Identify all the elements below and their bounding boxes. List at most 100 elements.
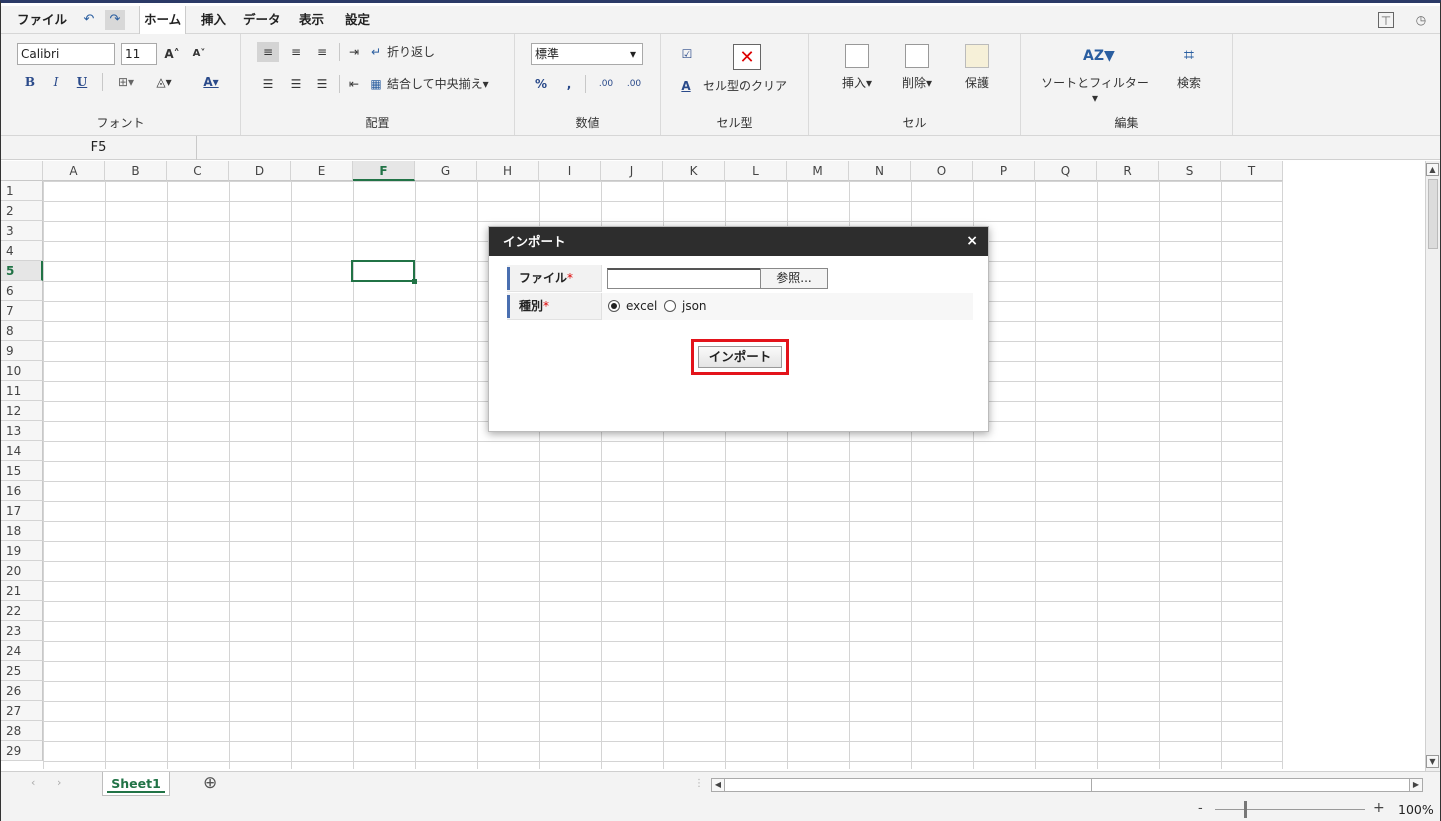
column-header-r[interactable]: R <box>1097 161 1159 181</box>
row-header-12[interactable]: 12 <box>1 401 43 421</box>
row-header-20[interactable]: 20 <box>1 561 43 581</box>
radio-json[interactable] <box>664 300 676 312</box>
column-header-q[interactable]: Q <box>1035 161 1097 181</box>
align-center-icon[interactable]: ☰ <box>285 74 307 94</box>
search-button[interactable]: ⌗ 検索 <box>1167 44 1211 91</box>
horizontal-scrollbar[interactable]: ◀ ▶ <box>711 778 1423 792</box>
row-header-17[interactable]: 17 <box>1 501 43 521</box>
scroll-right-icon[interactable]: ▶ <box>1409 779 1422 791</box>
column-header-h[interactable]: H <box>477 161 539 181</box>
align-middle-icon[interactable]: ≡ <box>285 42 307 62</box>
row-header-18[interactable]: 18 <box>1 521 43 541</box>
row-header-24[interactable]: 24 <box>1 641 43 661</box>
scroll-left-icon[interactable]: ◀ <box>712 779 725 791</box>
add-sheet-icon[interactable]: ⊕ <box>203 773 217 793</box>
bold-button[interactable]: B <box>23 72 37 92</box>
row-header-3[interactable]: 3 <box>1 221 43 241</box>
row-header-2[interactable]: 2 <box>1 201 43 221</box>
menu-data[interactable]: データ <box>239 6 285 34</box>
horizontal-scroll-thumb[interactable] <box>728 779 1092 791</box>
menu-view[interactable]: 表示 <box>295 6 328 34</box>
font-shrink-icon[interactable]: A˅ <box>191 44 207 64</box>
delete-cells-button[interactable]: 削除▾ <box>895 44 939 91</box>
merge-icon[interactable]: ▦ <box>367 74 385 94</box>
number-format-select[interactable]: 標準 ▾ <box>531 43 643 65</box>
import-button[interactable]: インポート <box>698 346 782 368</box>
select-all-corner[interactable] <box>1 161 43 181</box>
ribbon-pin-icon[interactable]: ⊤ <box>1378 12 1394 28</box>
percent-button[interactable]: % <box>533 74 549 94</box>
italic-button[interactable]: I <box>49 72 63 92</box>
history-icon[interactable]: ◷ <box>1413 12 1429 28</box>
comma-button[interactable]: , <box>561 74 577 94</box>
row-header-29[interactable]: 29 <box>1 741 43 761</box>
column-header-b[interactable]: B <box>105 161 167 181</box>
align-left-icon[interactable]: ☰ <box>257 74 279 94</box>
row-header-1[interactable]: 1 <box>1 181 43 201</box>
row-header-7[interactable]: 7 <box>1 301 43 321</box>
increase-decimal-icon[interactable]: .00 <box>595 74 617 94</box>
row-header-25[interactable]: 25 <box>1 661 43 681</box>
splitter-icon[interactable]: ⋮ <box>694 778 704 789</box>
close-icon[interactable]: × <box>966 227 978 256</box>
row-header-5[interactable]: 5 <box>1 261 43 281</box>
column-header-k[interactable]: K <box>663 161 725 181</box>
column-header-s[interactable]: S <box>1159 161 1221 181</box>
column-header-m[interactable]: M <box>787 161 849 181</box>
radio-json-label[interactable]: json <box>682 293 707 320</box>
column-header-f[interactable]: F <box>353 161 415 181</box>
column-header-p[interactable]: P <box>973 161 1035 181</box>
column-header-i[interactable]: I <box>539 161 601 181</box>
menu-insert[interactable]: 挿入 <box>197 6 230 34</box>
scroll-down-icon[interactable]: ▼ <box>1426 755 1439 768</box>
zoom-out-button[interactable]: - <box>1198 801 1203 816</box>
menu-settings[interactable]: 設定 <box>341 6 374 34</box>
radio-excel-label[interactable]: excel <box>626 293 657 320</box>
column-header-t[interactable]: T <box>1221 161 1283 181</box>
zoom-slider-track[interactable] <box>1215 809 1365 810</box>
zoom-in-button[interactable]: + <box>1373 800 1385 816</box>
row-header-23[interactable]: 23 <box>1 621 43 641</box>
insert-cells-button[interactable]: 挿入▾ <box>835 44 879 91</box>
row-header-16[interactable]: 16 <box>1 481 43 501</box>
selected-cell[interactable] <box>351 260 417 284</box>
row-header-14[interactable]: 14 <box>1 441 43 461</box>
radio-excel[interactable] <box>608 300 620 312</box>
menu-file[interactable]: ファイル <box>13 6 71 34</box>
row-header-15[interactable]: 15 <box>1 461 43 481</box>
vertical-scroll-thumb[interactable] <box>1428 179 1438 249</box>
underline-button[interactable]: U <box>75 72 89 92</box>
sheet-tab[interactable]: Sheet1 <box>102 772 170 796</box>
wrap-text-icon[interactable]: ↵ <box>367 42 385 62</box>
row-header-19[interactable]: 19 <box>1 541 43 561</box>
column-header-e[interactable]: E <box>291 161 353 181</box>
column-header-d[interactable]: D <box>229 161 291 181</box>
redo-icon[interactable]: ↷ <box>105 10 125 30</box>
wrap-text-button[interactable]: 折り返し <box>387 42 447 62</box>
row-header-13[interactable]: 13 <box>1 421 43 441</box>
indent-icon[interactable]: ⇥ <box>345 42 363 62</box>
row-header-10[interactable]: 10 <box>1 361 43 381</box>
clear-style-icon[interactable]: ✕ <box>733 44 761 70</box>
scroll-up-icon[interactable]: ▲ <box>1426 163 1439 176</box>
column-header-j[interactable]: J <box>601 161 663 181</box>
file-input[interactable] <box>607 268 761 289</box>
row-header-8[interactable]: 8 <box>1 321 43 341</box>
row-header-9[interactable]: 9 <box>1 341 43 361</box>
zoom-slider-thumb[interactable] <box>1244 801 1247 818</box>
merge-center-button[interactable]: 結合して中央揃え▾ <box>387 74 505 94</box>
font-grow-icon[interactable]: A˄ <box>164 44 180 64</box>
column-header-l[interactable]: L <box>725 161 787 181</box>
row-header-26[interactable]: 26 <box>1 681 43 701</box>
column-header-g[interactable]: G <box>415 161 477 181</box>
row-header-27[interactable]: 27 <box>1 701 43 721</box>
row-header-11[interactable]: 11 <box>1 381 43 401</box>
row-header-6[interactable]: 6 <box>1 281 43 301</box>
row-header-22[interactable]: 22 <box>1 601 43 621</box>
align-right-icon[interactable]: ☰ <box>311 74 333 94</box>
checkbox-icon[interactable]: ☑ <box>679 44 695 64</box>
tab-prev-icon[interactable]: ‹ <box>31 776 35 789</box>
column-header-c[interactable]: C <box>167 161 229 181</box>
text-style-icon[interactable]: A <box>679 76 693 96</box>
clear-cell-style-button[interactable]: セル型のクリア <box>703 76 793 96</box>
